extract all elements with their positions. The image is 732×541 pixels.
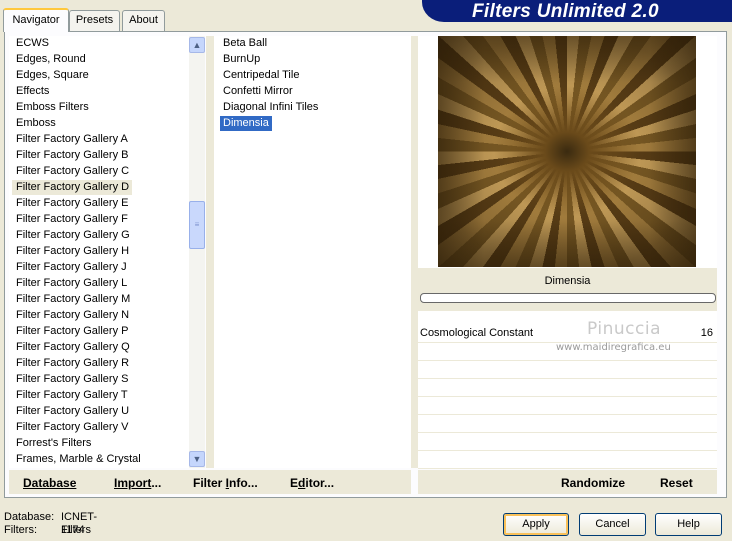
scroll-up-icon[interactable]: ▲ bbox=[189, 37, 205, 53]
watermark-url: www.maidiregrafica.eu bbox=[556, 342, 671, 353]
parameter-label: Cosmological Constant bbox=[420, 327, 534, 339]
progress-bar bbox=[420, 293, 716, 303]
category-scrollbar[interactable]: ▲ ≡ ▼ bbox=[189, 36, 205, 468]
parameter-row-empty bbox=[418, 361, 717, 379]
divider bbox=[411, 36, 418, 468]
category-item[interactable]: Effects bbox=[12, 84, 52, 99]
parameter-row-empty bbox=[418, 433, 717, 451]
category-item[interactable]: Filter Factory Gallery B bbox=[12, 148, 131, 163]
category-item[interactable]: Forrest's Filters bbox=[12, 436, 94, 451]
category-item[interactable]: Filter Factory Gallery M bbox=[12, 292, 133, 307]
editor-button[interactable]: Editor... bbox=[290, 476, 334, 490]
filter-info-button[interactable]: Filter Info... bbox=[193, 476, 258, 490]
category-item[interactable]: Filter Factory Gallery A bbox=[12, 132, 131, 147]
import-ellipsis: ... bbox=[151, 476, 162, 490]
filter-info-label-a: Filter bbox=[193, 476, 226, 490]
status-database-label: Database: bbox=[4, 511, 55, 523]
category-item[interactable]: Emboss Filters bbox=[12, 100, 92, 115]
filter-info-label-b: nfo... bbox=[229, 476, 258, 490]
category-item[interactable]: Filter Factory Gallery E bbox=[12, 196, 131, 211]
filter-item[interactable]: Confetti Mirror bbox=[220, 84, 296, 99]
divider bbox=[206, 36, 214, 468]
database-label: Database bbox=[23, 476, 77, 490]
database-button[interactable]: Database bbox=[23, 476, 76, 490]
scroll-down-icon[interactable]: ▼ bbox=[189, 451, 205, 467]
category-item[interactable]: Filter Factory Gallery T bbox=[12, 388, 131, 403]
editor-label-b: itor... bbox=[305, 476, 335, 490]
tab-navigator[interactable]: Navigator bbox=[3, 8, 69, 32]
filter-item[interactable]: BurnUp bbox=[220, 52, 263, 67]
category-item[interactable]: Filter Factory Gallery H bbox=[12, 244, 132, 259]
category-item[interactable]: Filter Factory Gallery G bbox=[12, 228, 133, 243]
import-label: Import bbox=[114, 476, 152, 490]
category-item[interactable]: Filter Factory Gallery P bbox=[12, 324, 131, 339]
category-item[interactable]: Filter Factory Gallery N bbox=[12, 308, 132, 323]
status-database: Database: ICNET-Filters bbox=[4, 511, 97, 536]
category-item[interactable]: Filter Factory Gallery U bbox=[12, 404, 132, 419]
filter-item[interactable]: Beta Ball bbox=[220, 36, 270, 51]
parameter-row-empty bbox=[418, 415, 717, 433]
parameter-value: 16 bbox=[700, 327, 713, 339]
category-item[interactable]: Emboss bbox=[12, 116, 59, 131]
category-item[interactable]: Filter Factory Gallery F bbox=[12, 212, 131, 227]
import-button[interactable]: Import... bbox=[114, 476, 161, 490]
tab-presets[interactable]: Presets bbox=[69, 10, 120, 31]
parameter-row-empty bbox=[418, 451, 717, 469]
parameter-row-empty bbox=[418, 397, 717, 415]
banner-title: Filters Unlimited 2.0 bbox=[472, 1, 659, 22]
parameter-row-empty bbox=[418, 379, 717, 397]
category-item[interactable]: Frames, Marble & Crystal bbox=[12, 452, 144, 467]
help-button[interactable]: Help bbox=[655, 513, 722, 536]
tab-about[interactable]: About bbox=[122, 10, 165, 31]
reset-button[interactable]: Reset bbox=[660, 476, 693, 490]
randomize-button[interactable]: Randomize bbox=[561, 476, 625, 490]
filter-item[interactable]: Dimensia bbox=[220, 116, 272, 131]
category-item[interactable]: Filter Factory Gallery D bbox=[12, 180, 133, 195]
category-list[interactable]: ECWS Edges, Round Edges, Square Effects Embo… bbox=[9, 36, 189, 468]
category-item[interactable]: Filter Factory Gallery C bbox=[12, 164, 132, 179]
filter-item[interactable]: Centripedal Tile bbox=[220, 68, 302, 83]
category-item[interactable]: Filter Factory Gallery R bbox=[12, 356, 132, 371]
parameter-row[interactable]: Cosmological Constant 16 bbox=[418, 325, 717, 343]
apply-button[interactable]: Apply bbox=[503, 513, 569, 536]
preview-shading bbox=[438, 36, 696, 267]
cancel-button[interactable]: Cancel bbox=[579, 513, 646, 536]
category-item[interactable]: Edges, Round bbox=[12, 52, 89, 67]
status-filters-value: 1174 bbox=[61, 524, 85, 536]
category-item[interactable]: Filter Factory Gallery J bbox=[12, 260, 130, 275]
watermark-name: Pinuccia bbox=[587, 319, 661, 339]
scroll-thumb[interactable]: ≡ bbox=[189, 201, 205, 249]
editor-label-a: E bbox=[290, 476, 299, 490]
filter-list[interactable]: Beta Ball BurnUp Centripedal Tile Confetti … bbox=[214, 36, 411, 468]
category-item[interactable]: Filter Factory Gallery Q bbox=[12, 340, 133, 355]
category-item[interactable]: ECWS bbox=[12, 36, 52, 51]
category-item[interactable]: Filter Factory Gallery S bbox=[12, 372, 131, 387]
filter-item[interactable]: Diagonal Infini Tiles bbox=[220, 100, 321, 115]
category-item[interactable]: Filter Factory Gallery L bbox=[12, 276, 130, 291]
status-filters-label: Filters: bbox=[4, 524, 37, 536]
category-item[interactable]: Edges, Square bbox=[12, 68, 92, 83]
status-filters: Filters: 1174 bbox=[4, 524, 85, 537]
category-item[interactable]: Filter Factory Gallery V bbox=[12, 420, 131, 435]
